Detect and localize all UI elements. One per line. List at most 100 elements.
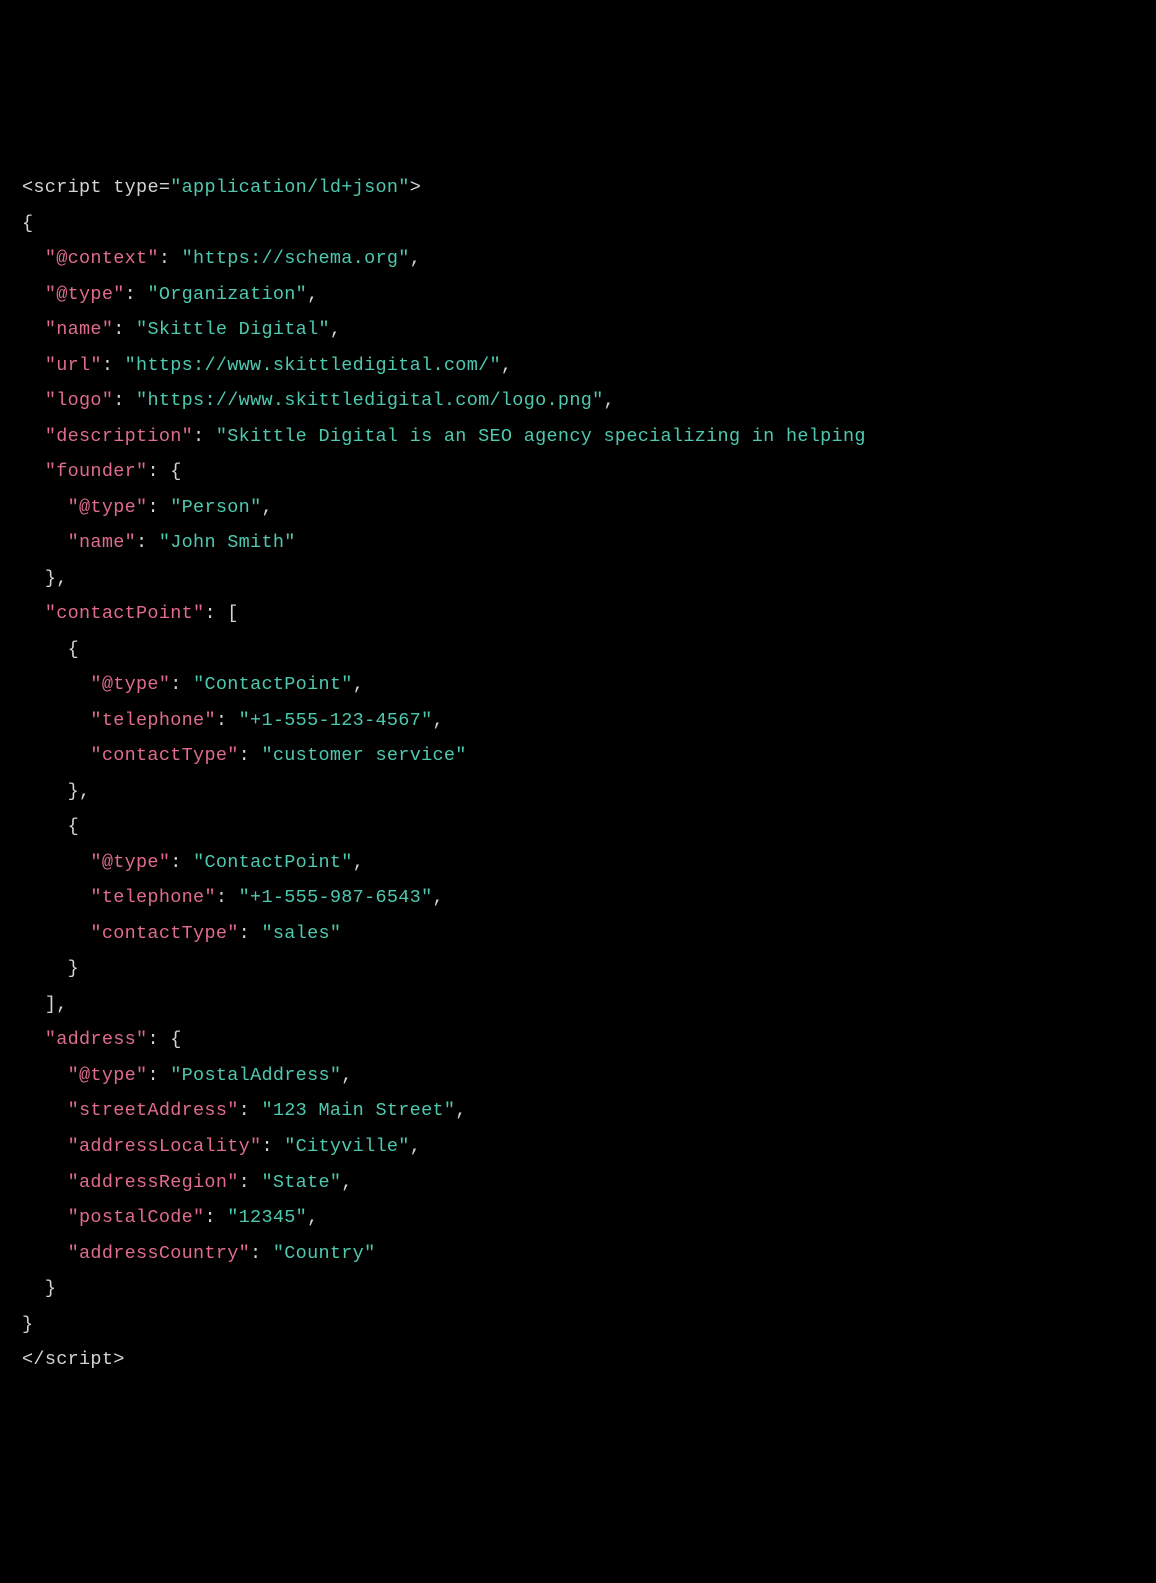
comma: , — [341, 1065, 352, 1086]
json-key: "name" — [68, 532, 136, 553]
colon: : — [239, 923, 250, 944]
colon: : — [147, 1065, 158, 1086]
space — [102, 177, 113, 198]
json-string: "https://www.skittledigital.com/logo.png… — [136, 390, 603, 411]
code-block: <script type="application/ld+json"> { "@… — [22, 170, 1134, 1378]
colon: : — [216, 710, 227, 731]
tag-slash: / — [33, 1349, 44, 1370]
json-key: "addressRegion" — [68, 1172, 239, 1193]
json-key: "contactType" — [90, 923, 238, 944]
json-string: "123 Main Street" — [261, 1100, 455, 1121]
comma: , — [261, 497, 272, 518]
comma: , — [353, 674, 364, 695]
json-key: "contactPoint" — [45, 603, 205, 624]
json-string: "https://schema.org" — [182, 248, 410, 269]
json-key: "addressCountry" — [68, 1243, 250, 1264]
colon: : — [136, 532, 147, 553]
colon: : — [204, 603, 215, 624]
colon: : — [250, 1243, 261, 1264]
comma: , — [353, 852, 364, 873]
json-string: "sales" — [261, 923, 341, 944]
json-key: "@type" — [45, 284, 125, 305]
colon: : — [239, 745, 250, 766]
json-string: "+1-555-123-4567" — [239, 710, 433, 731]
colon: : — [147, 497, 158, 518]
comma: , — [330, 319, 341, 340]
json-key: "@type" — [68, 1065, 148, 1086]
brace-open: { — [68, 639, 79, 660]
json-string: "State" — [261, 1172, 341, 1193]
colon: : — [113, 390, 124, 411]
json-string: "Skittle Digital is an SEO agency specia… — [216, 426, 866, 447]
comma: , — [341, 1172, 352, 1193]
comma: , — [455, 1100, 466, 1121]
json-string: "customer service" — [261, 745, 466, 766]
tag-bracket: < — [22, 1349, 33, 1370]
colon: : — [193, 426, 204, 447]
json-key: "@type" — [90, 852, 170, 873]
comma: , — [410, 1136, 421, 1157]
comma: , — [410, 248, 421, 269]
brace-close: } — [45, 568, 56, 589]
tag-name: script — [45, 1349, 113, 1370]
json-key: "description" — [45, 426, 193, 447]
colon: : — [261, 1136, 272, 1157]
colon: : — [159, 248, 170, 269]
bracket-close: ] — [45, 994, 56, 1015]
colon: : — [239, 1100, 250, 1121]
tag-bracket: > — [113, 1349, 124, 1370]
colon: : — [170, 674, 181, 695]
comma: , — [79, 781, 90, 802]
json-key: "founder" — [45, 461, 148, 482]
json-string: "ContactPoint" — [193, 852, 353, 873]
json-key: "logo" — [45, 390, 113, 411]
tag-bracket: < — [22, 177, 33, 198]
comma: , — [307, 1207, 318, 1228]
tag-bracket: > — [410, 177, 421, 198]
json-string: "PostalAddress" — [170, 1065, 341, 1086]
equals: = — [159, 177, 170, 198]
json-key: "addressLocality" — [68, 1136, 262, 1157]
brace-open: { — [68, 816, 79, 837]
attr-value: application/ld+json — [182, 177, 399, 198]
comma: , — [307, 284, 318, 305]
json-key: "address" — [45, 1029, 148, 1050]
comma: , — [433, 710, 444, 731]
attr-value-quote: " — [398, 177, 409, 198]
colon: : — [216, 887, 227, 908]
json-key: "@context" — [45, 248, 159, 269]
json-string: "12345" — [227, 1207, 307, 1228]
json-string: "Country" — [273, 1243, 376, 1264]
json-key: "postalCode" — [68, 1207, 205, 1228]
brace-open: { — [170, 1029, 181, 1050]
json-key: "streetAddress" — [68, 1100, 239, 1121]
tag-name: script — [33, 177, 101, 198]
colon: : — [170, 852, 181, 873]
json-string: "Person" — [170, 497, 261, 518]
brace-close: } — [68, 958, 79, 979]
comma: , — [604, 390, 615, 411]
comma: , — [433, 887, 444, 908]
json-key: "telephone" — [90, 710, 215, 731]
json-key: "@type" — [68, 497, 148, 518]
colon: : — [113, 319, 124, 340]
brace-open: { — [170, 461, 181, 482]
comma: , — [56, 568, 67, 589]
attr-value-quote: " — [170, 177, 181, 198]
json-string: "Skittle Digital" — [136, 319, 330, 340]
colon: : — [204, 1207, 215, 1228]
json-key: "telephone" — [90, 887, 215, 908]
json-string: "+1-555-987-6543" — [239, 887, 433, 908]
json-string: "https://www.skittledigital.com/" — [125, 355, 501, 376]
json-string: "John Smith" — [159, 532, 296, 553]
comma: , — [501, 355, 512, 376]
brace-open: { — [22, 213, 33, 234]
brace-close: } — [22, 1314, 33, 1335]
brace-close: } — [68, 781, 79, 802]
attr-name: type — [113, 177, 159, 198]
colon: : — [125, 284, 136, 305]
json-string: "Cityville" — [284, 1136, 409, 1157]
json-key: "url" — [45, 355, 102, 376]
bracket-open: [ — [227, 603, 238, 624]
brace-close: } — [45, 1278, 56, 1299]
